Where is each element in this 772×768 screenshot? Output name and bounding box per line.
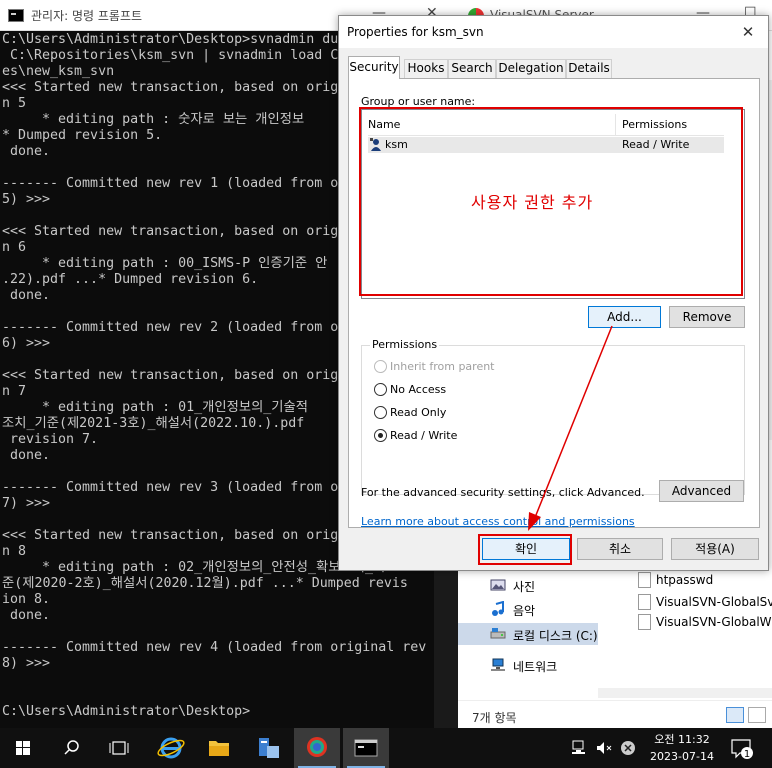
permissions-group: Permissions Inherit from parent No Acces… xyxy=(361,338,745,495)
cmd-line xyxy=(2,624,434,640)
file-icon xyxy=(638,572,651,588)
task-view-button[interactable] xyxy=(96,728,142,768)
large-icons-view-icon[interactable] xyxy=(748,707,766,723)
taskbar-cmd[interactable] xyxy=(343,728,389,768)
taskbar: 오전 11:32 2023-07-14 1 xyxy=(0,728,772,768)
pictures-icon xyxy=(490,579,506,591)
advanced-hint: For the advanced security settings, clic… xyxy=(361,486,645,499)
radio-circle-icon xyxy=(374,383,387,396)
permissions-legend: Permissions xyxy=(370,338,440,351)
annotation-highlight-ok xyxy=(478,534,572,565)
network-status-icon[interactable] xyxy=(572,740,588,756)
dialog-title-bar[interactable]: Properties for ksm_svn ✕ xyxy=(339,16,768,48)
notification-count: 1 xyxy=(744,749,750,760)
network-icon xyxy=(491,658,505,671)
file-icon xyxy=(638,614,651,630)
taskbar-explorer[interactable] xyxy=(196,728,242,768)
cmd-line: 준(제2020-2호)_해설서(2020.12월).pdf ...* Dumpe… xyxy=(2,576,408,591)
taskbar-server-manager[interactable] xyxy=(245,728,291,768)
cmd-line: done. xyxy=(2,608,51,623)
annotation-label: 사용자 권한 추가 xyxy=(471,193,594,212)
search-button[interactable] xyxy=(48,728,94,768)
cmd-line: 8) >>> xyxy=(2,656,51,671)
item-count: 7개 항목 xyxy=(472,711,517,725)
taskbar-visualsvn[interactable] xyxy=(294,728,340,768)
cancel-button[interactable]: 취소 xyxy=(577,538,663,560)
clock-time: 오전 11:32 xyxy=(654,733,710,746)
clock-date: 2023-07-14 xyxy=(650,750,714,763)
search-icon xyxy=(64,740,79,755)
drive-icon xyxy=(490,628,506,639)
close-icon[interactable]: ✕ xyxy=(737,22,759,42)
explorer-file-list: htpasswd VisualSVN-GlobalSvn VisualSVN-G… xyxy=(632,568,772,638)
radio-circle-icon xyxy=(374,406,387,419)
apply-button[interactable]: 적용(A) xyxy=(671,538,759,560)
radio-selected-icon xyxy=(374,429,387,442)
nav-item-pictures[interactable]: 사진 xyxy=(458,574,598,596)
details-view-icon[interactable] xyxy=(726,707,744,723)
explorer-status-bar: 7개 항목 xyxy=(458,700,772,728)
cmd-app-icon xyxy=(8,9,24,22)
start-button[interactable] xyxy=(0,728,46,768)
explorer-nav-pane: 사진 음악 로컬 디스크 (C:) 네트워크 xyxy=(458,568,598,698)
radio-circle-icon xyxy=(374,360,387,373)
file-icon xyxy=(638,594,651,610)
cmd-line: ion 8. xyxy=(2,592,51,607)
file-item[interactable]: VisualSVN-GlobalSvn xyxy=(632,592,772,612)
tab-delegation[interactable]: Delegation xyxy=(496,59,566,78)
tab-search[interactable]: Search xyxy=(448,59,496,78)
nav-item-local-disk[interactable]: 로컬 디스크 (C:) xyxy=(458,623,598,645)
cmd-line xyxy=(2,672,434,688)
tab-details[interactable]: Details xyxy=(566,59,612,78)
taskbar-ie[interactable] xyxy=(148,728,194,768)
cmd-line: ------- Committed new rev 4 (loaded from… xyxy=(2,640,427,655)
learn-more-link[interactable]: Learn more about access control and perm… xyxy=(361,515,635,528)
command-prompt-icon xyxy=(354,739,378,757)
task-view-icon xyxy=(109,741,129,755)
server-manager-icon xyxy=(259,738,279,758)
music-icon xyxy=(492,601,504,616)
horizontal-scrollbar[interactable] xyxy=(598,688,772,698)
notification-icon[interactable]: 1 xyxy=(730,738,754,760)
volume-icon[interactable] xyxy=(596,740,612,756)
error-status-icon[interactable] xyxy=(620,740,636,756)
windows-logo-icon xyxy=(16,741,30,755)
folder-icon xyxy=(209,741,229,756)
nav-item-network[interactable]: 네트워크 xyxy=(458,654,598,676)
cmd-title: 관리자: 명령 프롬프트 xyxy=(31,9,143,23)
cmd-line: C:\Users\Administrator\Desktop> xyxy=(2,704,251,719)
tab-hooks[interactable]: Hooks xyxy=(404,59,448,78)
advanced-button[interactable]: Advanced xyxy=(659,480,744,502)
nav-item-music[interactable]: 음악 xyxy=(458,598,598,620)
add-button[interactable]: Add... xyxy=(588,306,661,328)
tray-clock[interactable]: 오전 11:32 2023-07-14 xyxy=(648,731,716,765)
visualsvn-icon xyxy=(307,737,327,757)
tab-security[interactable]: Security xyxy=(348,56,400,79)
file-item[interactable]: htpasswd xyxy=(632,570,772,590)
cmd-line xyxy=(2,688,434,704)
internet-explorer-icon xyxy=(157,737,185,759)
dialog-title: Properties for ksm_svn xyxy=(347,25,484,39)
file-item[interactable]: VisualSVN-GlobalWin xyxy=(632,612,772,632)
remove-button[interactable]: Remove xyxy=(669,306,745,328)
